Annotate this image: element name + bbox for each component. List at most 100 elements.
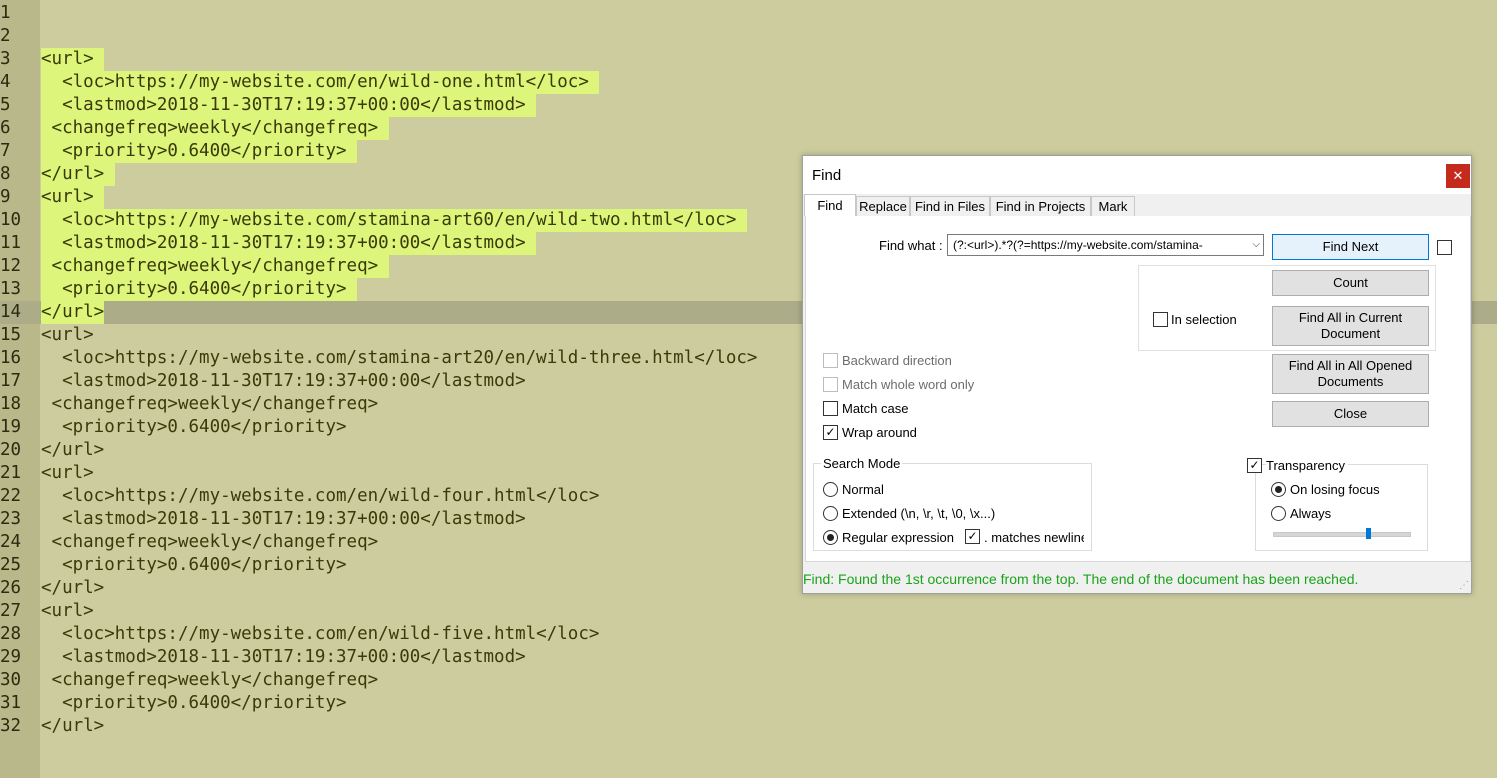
always-radio[interactable] — [1271, 506, 1286, 521]
resize-grip-icon[interactable]: ⋰ — [1459, 580, 1469, 591]
line-number: 3 — [0, 49, 11, 69]
close-button[interactable]: Close — [1272, 401, 1429, 427]
backward-direction-checkbox[interactable] — [823, 353, 838, 368]
line-number: 22 — [0, 486, 22, 506]
line-number: 16 — [0, 348, 22, 368]
always-label: Always — [1290, 506, 1332, 521]
tab-find-in-projects[interactable]: Find in Projects — [990, 196, 1091, 218]
status-message: Find: Found the 1st occurrence from the … — [803, 571, 1359, 587]
line-text: <lastmod>2018-11-30T17:19:37+00:00</last… — [41, 509, 526, 529]
line-number: 19 — [0, 417, 22, 437]
in-selection-label: In selection — [1171, 312, 1237, 327]
line-text: <loc>https://my-website.com/en/wild-four… — [41, 486, 600, 506]
line-text: <priority>0.6400</priority> — [41, 278, 358, 301]
editor-line[interactable]: 31 <priority>0.6400</priority> — [0, 692, 1497, 715]
line-number: 25 — [0, 555, 22, 575]
line-text: <url> — [41, 463, 94, 483]
line-number: 11 — [0, 233, 22, 253]
editor-line[interactable]: 1 — [0, 2, 1497, 25]
line-number: 8 — [0, 164, 11, 184]
line-number: 5 — [0, 95, 11, 115]
line-number: 9 — [0, 187, 11, 207]
transparency-slider-track[interactable] — [1273, 532, 1411, 537]
line-text: </url> — [41, 578, 105, 598]
line-number: 1 — [0, 3, 11, 23]
wrap-around-label: Wrap around — [842, 425, 917, 440]
line-number: 2 — [0, 26, 11, 46]
editor-line[interactable]: 6 <changefreq>weekly</changefreq> — [0, 117, 1497, 140]
find-next-option-checkbox[interactable] — [1437, 240, 1452, 255]
line-text: <loc>https://my-website.com/en/wild-five… — [41, 624, 600, 644]
tab-replace[interactable]: Replace — [856, 196, 910, 218]
tab-find[interactable]: Find — [804, 194, 856, 216]
tab-mark[interactable]: Mark — [1091, 196, 1135, 218]
editor-line[interactable]: 30 <changefreq>weekly</changefreq> — [0, 669, 1497, 692]
in-selection-checkbox[interactable] — [1153, 312, 1168, 327]
line-number: 32 — [0, 716, 22, 736]
find-what-input[interactable]: (?:<url>).*?(?=https://my-website.com/st… — [947, 234, 1264, 256]
matches-newline-checkbox[interactable]: ✓ — [965, 529, 980, 544]
line-number: 28 — [0, 624, 22, 644]
line-number: 31 — [0, 693, 22, 713]
editor-line[interactable]: 2 — [0, 25, 1497, 48]
line-number: 15 — [0, 325, 22, 345]
editor-line[interactable]: 27 <url> — [0, 600, 1497, 623]
normal-mode-radio[interactable] — [823, 482, 838, 497]
line-number: 23 — [0, 509, 22, 529]
tab-find-in-files[interactable]: Find in Files — [910, 196, 990, 218]
line-number: 21 — [0, 463, 22, 483]
line-number: 6 — [0, 118, 11, 138]
close-icon[interactable]: ✕ — [1446, 164, 1470, 188]
find-all-current-button[interactable]: Find All in Current Document — [1272, 306, 1429, 346]
chevron-down-icon[interactable]: ⌵ — [1252, 235, 1260, 255]
on-losing-focus-label: On losing focus — [1290, 482, 1380, 497]
regex-mode-radio[interactable] — [823, 530, 838, 545]
line-number: 30 — [0, 670, 22, 690]
editor-line[interactable]: 4 <loc>https://my-website.com/en/wild-on… — [0, 71, 1497, 94]
transparency-label: Transparency — [1266, 458, 1348, 473]
find-next-button[interactable]: Find Next — [1272, 234, 1429, 260]
line-text: </url> — [41, 716, 105, 736]
find-what-value: (?:<url>).*?(?=https://my-website.com/st… — [953, 238, 1203, 252]
find-all-opened-button[interactable]: Find All in All Opened Documents — [1272, 354, 1429, 394]
line-text: <changefreq>weekly</changefreq> — [41, 117, 389, 140]
line-text: <changefreq>weekly</changefreq> — [41, 255, 389, 278]
transparency-slider-thumb[interactable] — [1366, 528, 1371, 539]
line-number: 10 — [0, 210, 22, 230]
search-mode-title: Search Mode — [821, 456, 903, 471]
editor-line[interactable]: 28 <loc>https://my-website.com/en/wild-f… — [0, 623, 1497, 646]
match-case-label: Match case — [842, 401, 909, 416]
match-case-checkbox[interactable] — [823, 401, 838, 416]
line-text: <loc>https://my-website.com/stamina-art2… — [41, 348, 758, 368]
line-number: 20 — [0, 440, 22, 460]
line-text: <priority>0.6400</priority> — [41, 140, 358, 163]
line-text: <priority>0.6400</priority> — [41, 693, 347, 713]
editor-line[interactable]: 29 <lastmod>2018-11-30T17:19:37+00:00</l… — [0, 646, 1497, 669]
wrap-around-checkbox[interactable]: ✓ — [823, 425, 838, 440]
line-number: 17 — [0, 371, 22, 391]
line-number: 27 — [0, 601, 22, 621]
find-dialog: Find ✕ Find Replace Find in Files Find i… — [802, 155, 1472, 594]
extended-mode-radio[interactable] — [823, 506, 838, 521]
find-what-label: Find what : — [879, 238, 943, 253]
editor-line[interactable]: 3 <url> — [0, 48, 1497, 71]
editor-line[interactable]: 5 <lastmod>2018-11-30T17:19:37+00:00</la… — [0, 94, 1497, 117]
count-button[interactable]: Count — [1272, 270, 1429, 296]
line-number: 7 — [0, 141, 11, 161]
line-text: <changefreq>weekly</changefreq> — [41, 394, 379, 414]
line-text: <url> — [41, 601, 94, 621]
matches-newline-label: . matches newline — [984, 530, 1084, 545]
line-number: 24 — [0, 532, 22, 552]
line-number: 29 — [0, 647, 22, 667]
dialog-title: Find — [812, 167, 842, 184]
line-text: </url> — [41, 301, 105, 324]
match-whole-word-label: Match whole word only — [842, 377, 975, 392]
line-text: <lastmod>2018-11-30T17:19:37+00:00</last… — [41, 647, 526, 667]
line-text: <loc>https://my-website.com/stamina-art6… — [41, 209, 747, 232]
line-text: <url> — [41, 325, 94, 345]
match-whole-word-checkbox[interactable] — [823, 377, 838, 392]
normal-mode-label: Normal — [842, 482, 884, 497]
editor-line[interactable]: 32 </url> — [0, 715, 1497, 738]
transparency-checkbox[interactable]: ✓ — [1247, 458, 1262, 473]
on-losing-focus-radio[interactable] — [1271, 482, 1286, 497]
